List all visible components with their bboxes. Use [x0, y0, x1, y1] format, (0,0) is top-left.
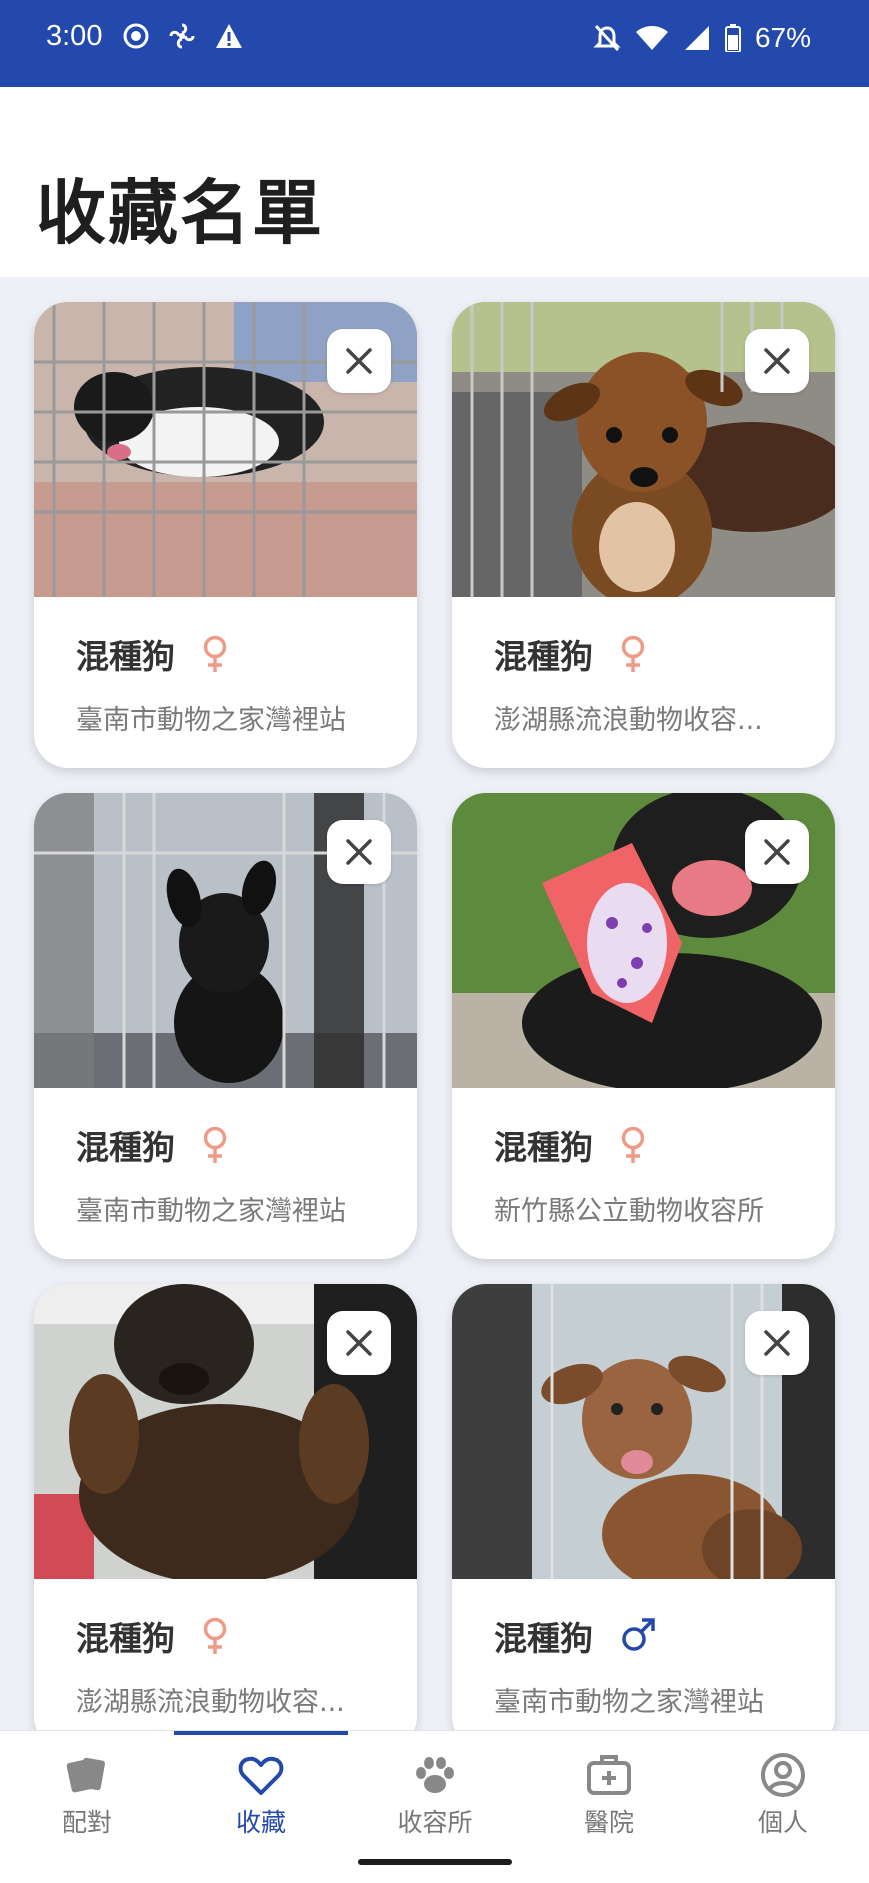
female-icon — [621, 1126, 645, 1163]
status-icons-right: 67% — [593, 22, 811, 54]
remove-favorite-button[interactable] — [327, 820, 391, 884]
male-icon — [622, 1618, 655, 1651]
close-icon — [346, 1330, 372, 1356]
female-icon — [203, 1126, 227, 1163]
remove-favorite-button[interactable] — [745, 820, 809, 884]
pet-breed: 混種狗 — [76, 637, 175, 676]
pet-card[interactable]: 混種狗 臺南市動物之家灣裡站 — [34, 302, 417, 768]
pet-card[interactable]: 混種狗 澎湖縣流浪動物收容... — [452, 302, 835, 768]
mute-bell-icon — [593, 24, 621, 52]
page-title: 收藏名單 — [36, 172, 324, 254]
status-time: 3:00 — [46, 20, 103, 52]
wifi-icon — [635, 26, 668, 50]
close-icon — [764, 348, 790, 374]
pet-breed: 混種狗 — [494, 1128, 593, 1167]
shelter-name: 澎湖縣流浪動物收容... — [76, 1687, 345, 1718]
page-header: 收藏名單 — [0, 87, 869, 277]
female-icon — [621, 635, 645, 672]
favorites-grid: 混種狗 臺南市動物之家灣裡站 混種狗 澎湖縣流浪動物收容... 混種狗 臺南市動… — [0, 277, 869, 1730]
gesture-bar-area — [0, 1847, 869, 1883]
pet-breed: 混種狗 — [494, 637, 593, 676]
shelter-name: 臺南市動物之家灣裡站 — [76, 1196, 346, 1227]
close-icon — [346, 839, 372, 865]
female-icon — [203, 635, 227, 672]
nav-label: 收藏 — [235, 1808, 286, 1837]
nav-label: 個人 — [757, 1808, 808, 1837]
nav-label: 醫院 — [583, 1808, 634, 1837]
remove-favorite-button[interactable] — [745, 329, 809, 393]
remove-favorite-button[interactable] — [327, 1311, 391, 1375]
bottom-navigation: 配對 收藏 收容所 醫院 個人 — [0, 1730, 869, 1848]
pet-breed: 混種狗 — [76, 1128, 175, 1167]
medical-kit-icon — [587, 1755, 631, 1795]
signal-icon — [684, 26, 709, 50]
remove-favorite-button[interactable] — [327, 329, 391, 393]
nav-item-favorites[interactable]: 收藏 — [174, 1731, 348, 1848]
shelter-name: 新竹縣公立動物收容所 — [494, 1196, 764, 1227]
warning-icon — [216, 24, 242, 48]
pet-breed: 混種狗 — [76, 1619, 175, 1658]
shelter-name: 臺南市動物之家灣裡站 — [76, 705, 346, 736]
profile-icon — [761, 1753, 805, 1797]
close-icon — [764, 839, 790, 865]
pet-card[interactable]: 混種狗 新竹縣公立動物收容所 — [452, 793, 835, 1259]
pet-card[interactable]: 混種狗 澎湖縣流浪動物收容... — [34, 1284, 417, 1730]
shelter-name: 臺南市動物之家灣裡站 — [494, 1687, 764, 1718]
status-bar: 3:00 67% — [0, 0, 869, 87]
cards-icon — [66, 1757, 105, 1793]
close-icon — [764, 1330, 790, 1356]
nav-item-hospital[interactable]: 醫院 — [522, 1731, 696, 1848]
heart-icon — [238, 1756, 284, 1795]
record-icon — [123, 23, 149, 49]
pet-card[interactable]: 混種狗 臺南市動物之家灣裡站 — [34, 793, 417, 1259]
pet-card[interactable]: 混種狗 臺南市動物之家灣裡站 — [452, 1284, 835, 1730]
close-icon — [346, 348, 372, 374]
battery-percentage: 67% — [754, 22, 811, 53]
status-icons-left — [122, 22, 244, 50]
battery-icon — [724, 24, 741, 52]
female-icon — [203, 1617, 227, 1654]
fan-icon — [169, 23, 195, 49]
nav-item-profile[interactable]: 個人 — [696, 1731, 869, 1848]
nav-label: 收容所 — [397, 1808, 473, 1837]
remove-favorite-button[interactable] — [745, 1311, 809, 1375]
gesture-handle[interactable] — [358, 1859, 512, 1865]
nav-label: 配對 — [61, 1808, 112, 1837]
paw-icon — [416, 1757, 454, 1793]
nav-item-shelters[interactable]: 收容所 — [348, 1731, 522, 1848]
shelter-name: 澎湖縣流浪動物收容... — [494, 705, 763, 736]
pet-breed: 混種狗 — [494, 1619, 593, 1658]
nav-item-match[interactable]: 配對 — [0, 1731, 174, 1848]
